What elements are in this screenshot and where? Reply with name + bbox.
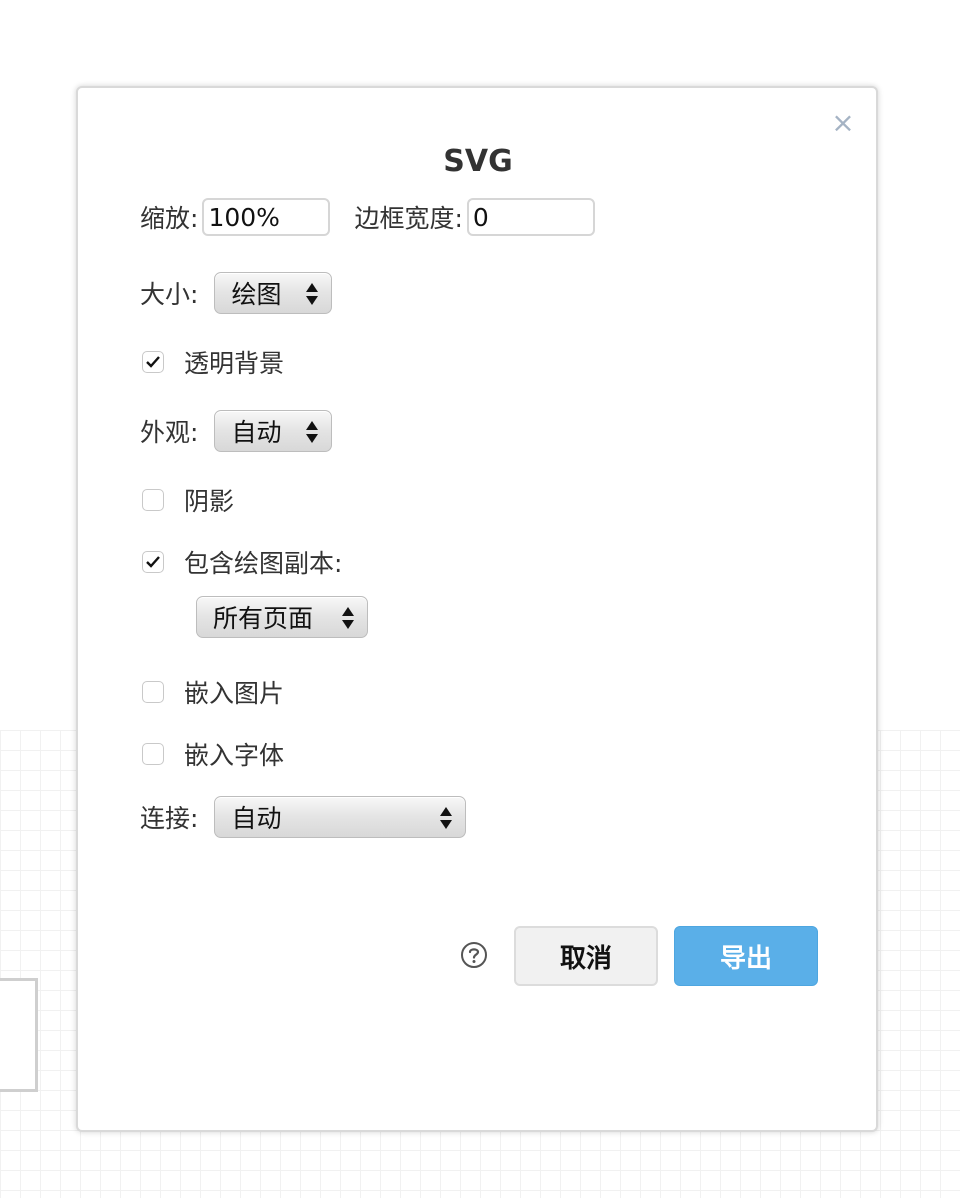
- zoom-row: 缩放: 边框宽度:: [140, 198, 595, 236]
- links-select-value: 自动: [231, 804, 282, 833]
- pages-row: 所有页面: [196, 596, 368, 638]
- select-arrows-icon: [342, 607, 354, 629]
- checkmark-icon: [146, 356, 160, 368]
- export-button[interactable]: 导出: [674, 926, 818, 986]
- zoom-label: 缩放:: [140, 204, 199, 233]
- shadow-row: 阴影: [140, 482, 234, 518]
- include-copy-label: 包含绘图副本:: [184, 549, 343, 578]
- links-row: 连接: 自动: [140, 796, 467, 838]
- embed-images-row: 嵌入图片: [140, 674, 284, 710]
- shadow-label: 阴影: [184, 487, 235, 516]
- select-arrows-icon: [306, 283, 319, 305]
- appearance-row: 外观: 自动: [140, 410, 333, 452]
- select-arrows-icon: [306, 421, 319, 443]
- pages-select[interactable]: 所有页面: [196, 596, 368, 638]
- checkmark-icon: [146, 556, 160, 568]
- transparent-bg-row: 透明背景: [140, 344, 284, 380]
- transparent-bg-label: 透明背景: [184, 349, 285, 378]
- include-copy-checkbox[interactable]: [142, 551, 164, 573]
- transparent-bg-checkbox[interactable]: [142, 351, 164, 373]
- pages-select-value: 所有页面: [213, 604, 314, 633]
- svg-export-dialog: × SVG 缩放: 边框宽度: 大小: 绘图 透明背景 外观: 自动: [76, 86, 878, 1132]
- question-circle-icon[interactable]: [460, 941, 488, 969]
- size-select-value: 绘图: [231, 280, 282, 309]
- links-label: 连接:: [140, 804, 199, 833]
- embed-images-checkbox[interactable]: [142, 681, 164, 703]
- dialog-title: SVG: [443, 144, 513, 179]
- links-select[interactable]: 自动: [214, 796, 467, 838]
- size-label: 大小:: [140, 280, 199, 309]
- shadow-checkbox[interactable]: [142, 489, 164, 511]
- appearance-select-value: 自动: [231, 418, 282, 447]
- border-width-input[interactable]: [466, 198, 595, 236]
- embed-fonts-checkbox[interactable]: [142, 743, 164, 765]
- close-icon[interactable]: ×: [830, 109, 856, 137]
- appearance-label: 外观:: [140, 418, 199, 447]
- embed-images-label: 嵌入图片: [184, 679, 285, 708]
- embed-fonts-label: 嵌入字体: [184, 741, 285, 770]
- border-width-label: 边框宽度:: [354, 204, 463, 233]
- size-select[interactable]: 绘图: [214, 272, 333, 314]
- appearance-select[interactable]: 自动: [214, 410, 333, 452]
- select-arrows-icon: [440, 807, 453, 829]
- zoom-input[interactable]: [202, 198, 331, 236]
- canvas-shape[interactable]: [0, 978, 38, 1092]
- embed-fonts-row: 嵌入字体: [140, 736, 284, 772]
- include-copy-row: 包含绘图副本:: [140, 544, 342, 580]
- cancel-button[interactable]: 取消: [514, 926, 658, 986]
- size-row: 大小: 绘图: [140, 272, 333, 314]
